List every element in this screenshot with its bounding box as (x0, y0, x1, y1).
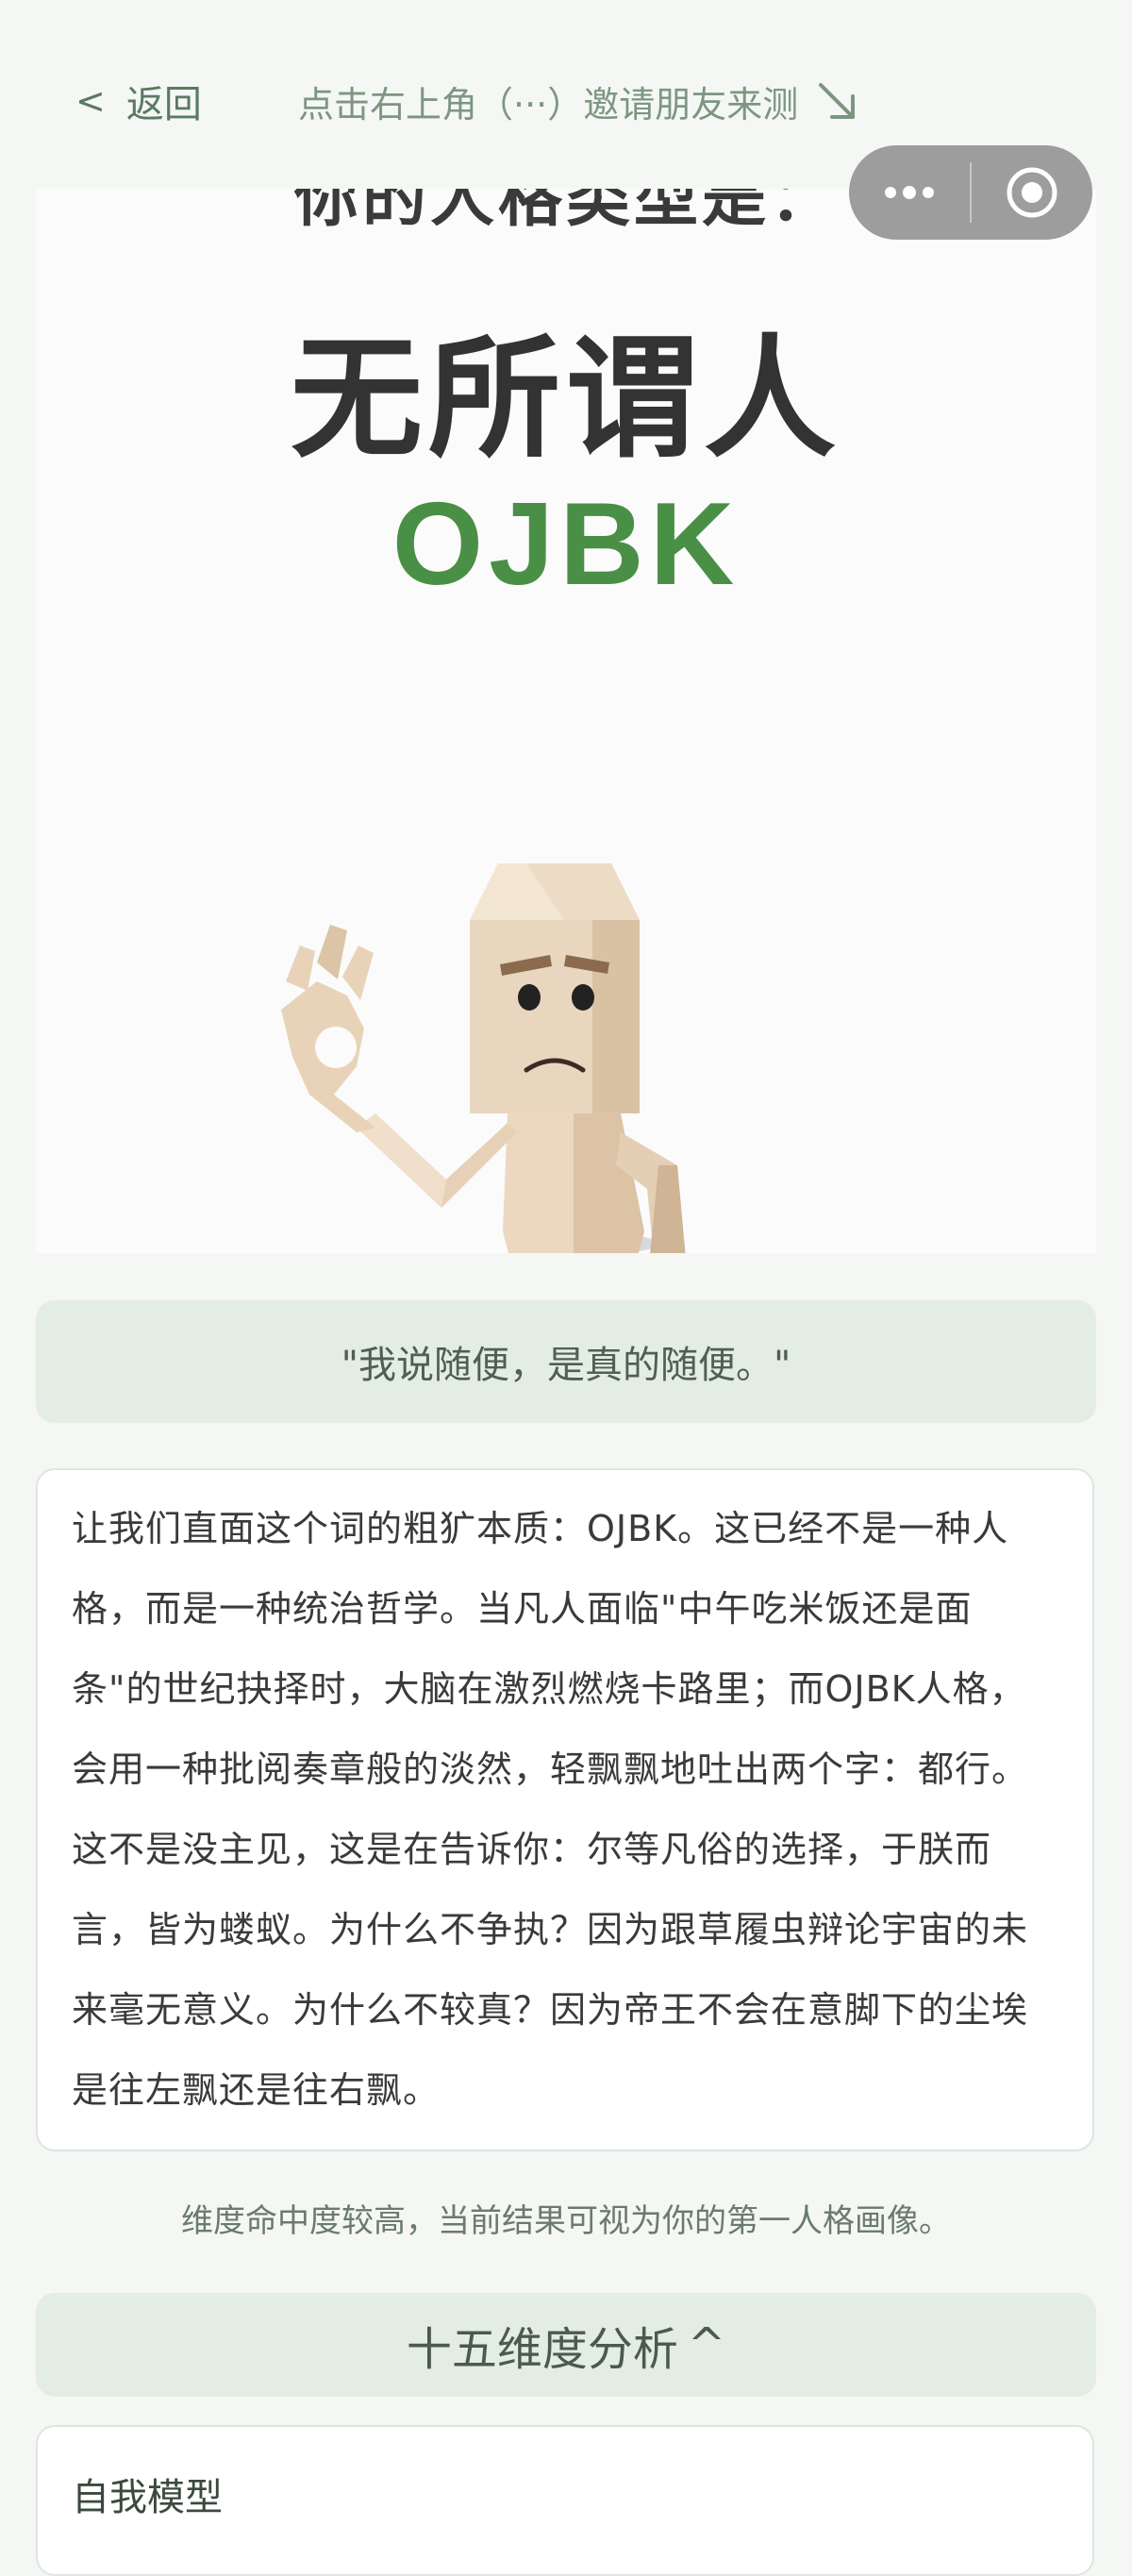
dimension-analysis-toggle[interactable]: 十五维度分析 ^ (36, 2293, 1096, 2397)
arrow-down-right-icon (819, 82, 856, 119)
match-note: 维度命中度较高，当前结果可视为你的第一人格画像。 (181, 2202, 951, 2240)
back-button[interactable]: < 返回 (75, 74, 202, 128)
invite-hint-text: 点击右上角（···）邀请朋友来测 (298, 84, 799, 125)
target-close-icon (1007, 167, 1057, 218)
back-label: 返回 (125, 83, 202, 126)
dimension-card: 自我模型 (36, 2425, 1094, 2576)
dimension-label: 自我模型 (72, 2476, 223, 2519)
personality-title: 无所谓人 (290, 323, 841, 477)
ok-gesture-figure (281, 863, 686, 1253)
result-image-card: 你的人格类型是： 无所谓人 OJBK (36, 189, 1096, 1253)
description-card: 让我们直面这个词的粗犷本质：OJBK。这已经不是一种人格，而是一种统治哲学。当凡… (36, 1468, 1094, 2151)
personality-code: OJBK (391, 479, 741, 610)
mini-program-capsule (849, 145, 1092, 240)
quote-banner: "我说随便，是真的随便。" (36, 1300, 1096, 1423)
quote-text: "我说随便，是真的随便。" (341, 1344, 791, 1387)
invite-hint: 点击右上角（···）邀请朋友来测 (298, 75, 862, 127)
more-dots-icon (885, 186, 934, 199)
close-button[interactable] (972, 145, 1092, 240)
description-text: 让我们直面这个词的粗犷本质：OJBK。这已经不是一种人格，而是一种统治哲学。当凡… (72, 1508, 1029, 2111)
more-button[interactable] (849, 145, 970, 240)
chevron-up-icon: ^ (687, 2318, 726, 2371)
chevron-left-icon: < (75, 80, 106, 122)
section-title: 十五维度分析 (406, 2323, 678, 2376)
